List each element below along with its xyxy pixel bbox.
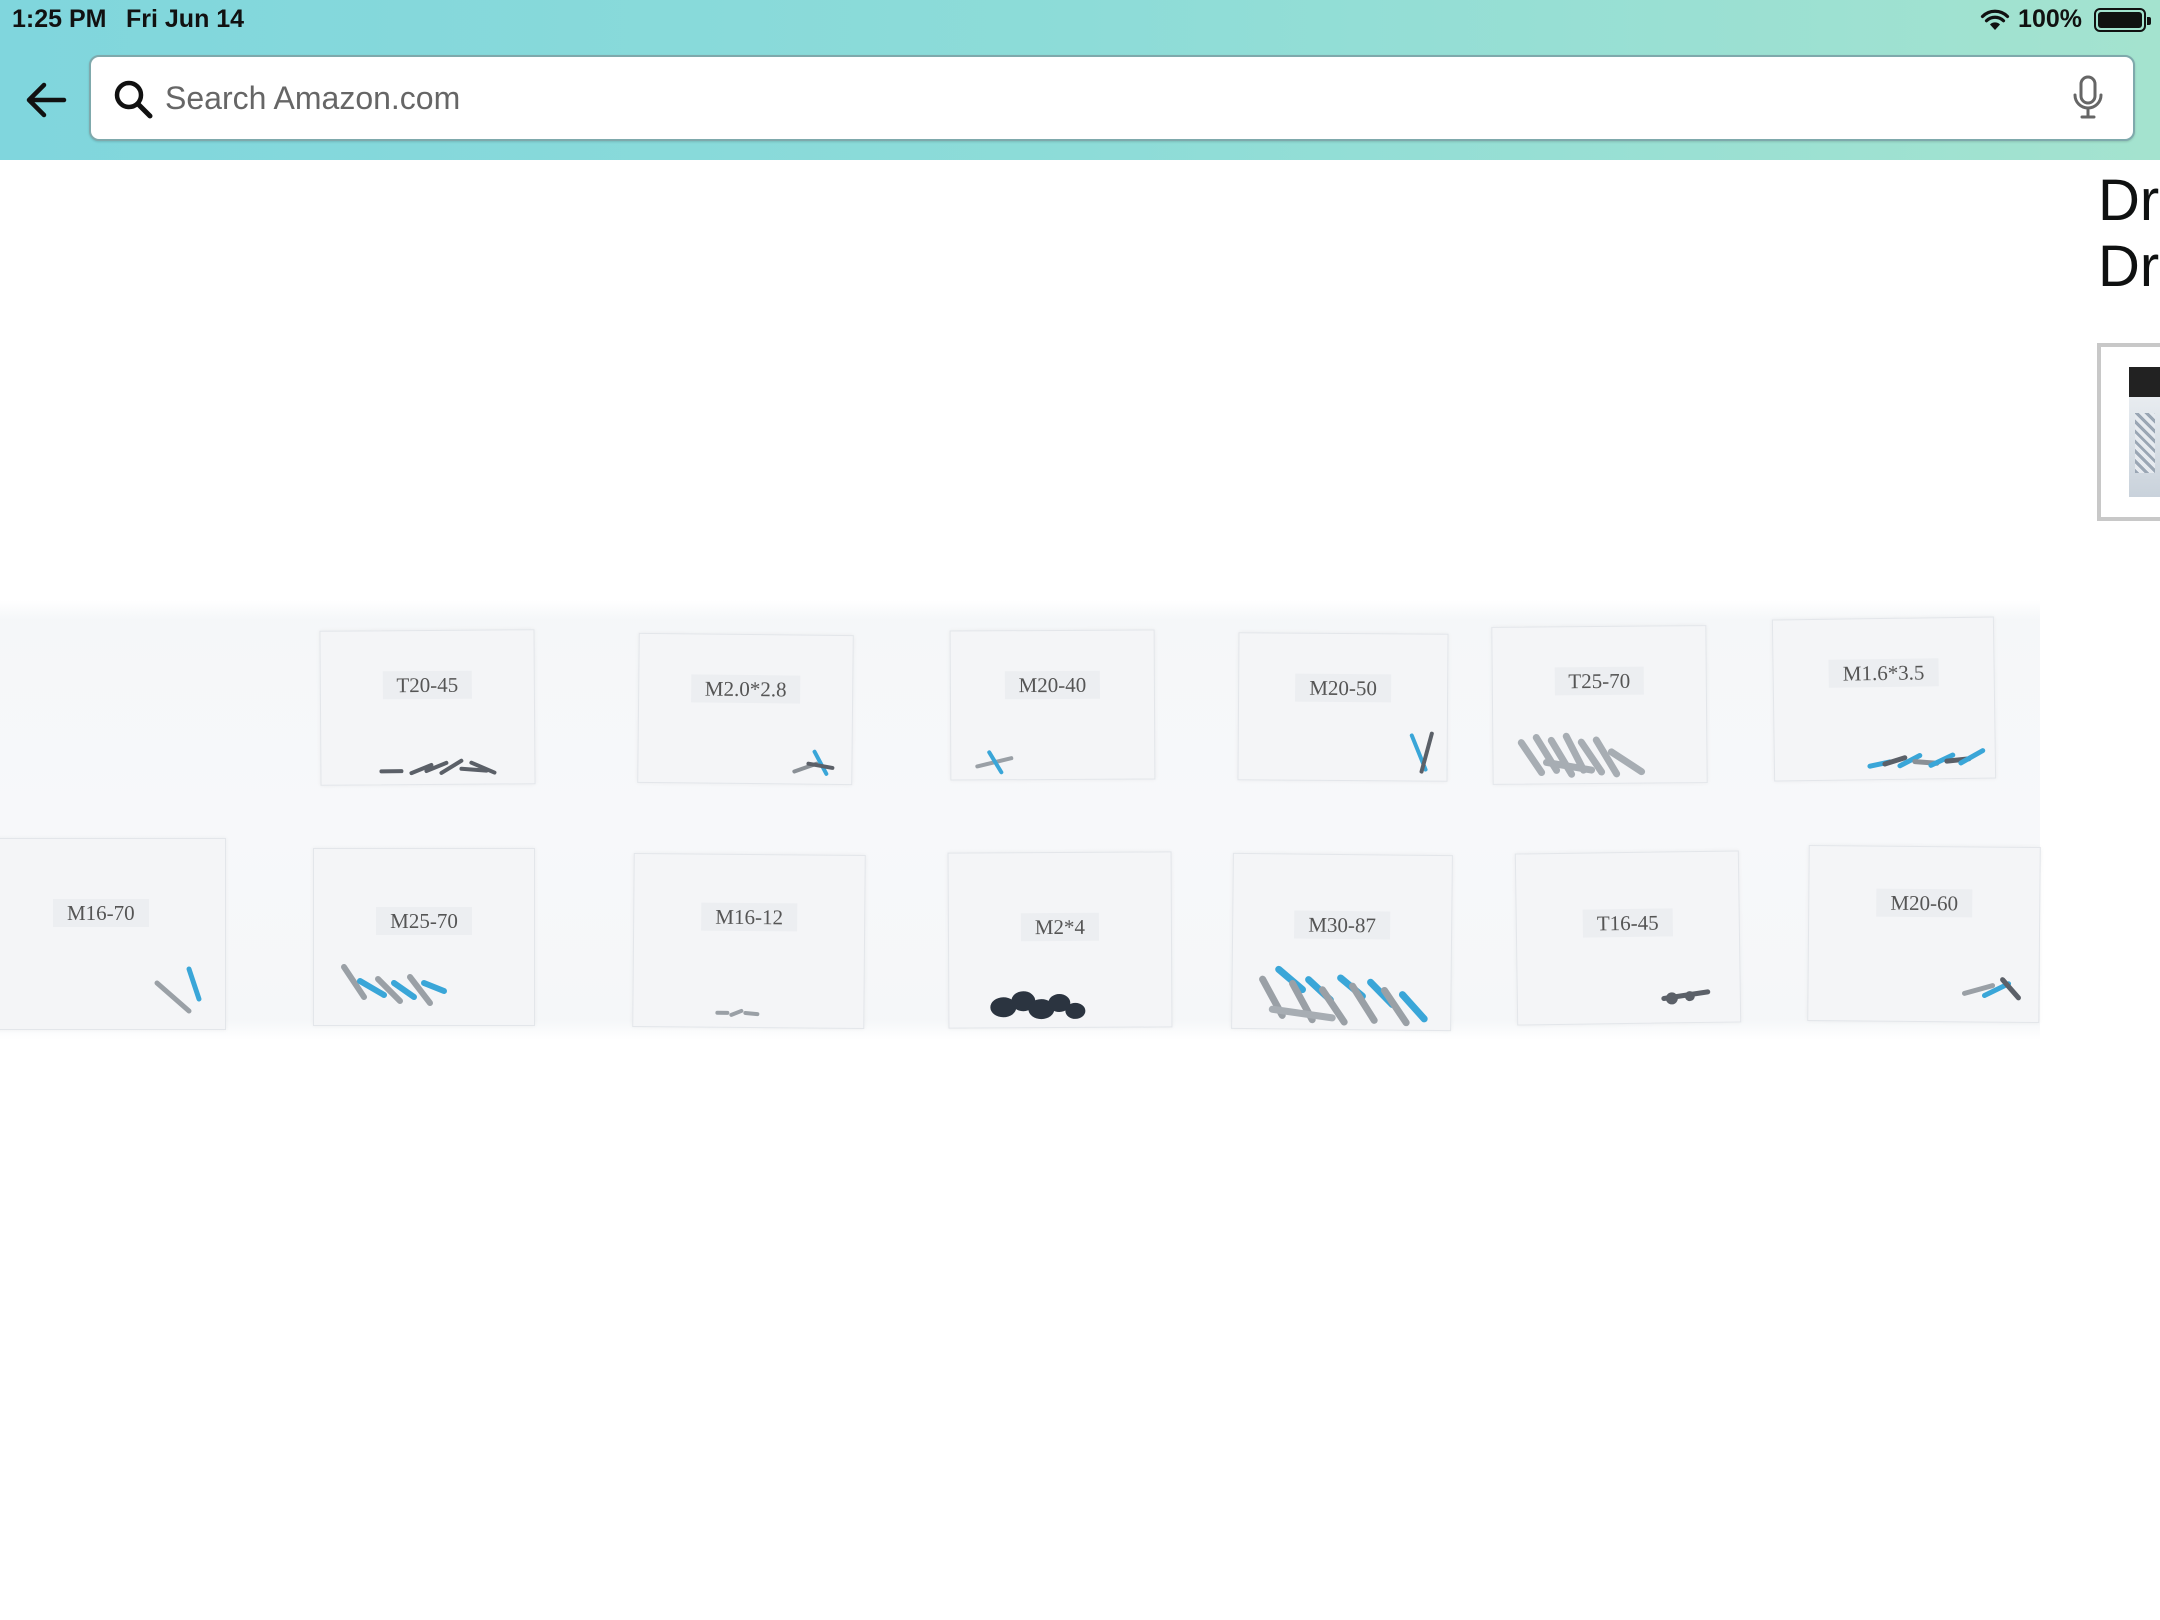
screws-graphic [975, 750, 1014, 775]
screws-graphic [341, 964, 447, 1006]
back-button[interactable] [18, 72, 74, 128]
screws-graphic [379, 758, 497, 776]
bag-label: T20-45 [321, 670, 534, 700]
bag-label: M16-12 [634, 902, 864, 932]
screw-bag: M2.0*2.8 [637, 632, 854, 786]
status-bar: 1:25 PM Fri Jun 14 100% [0, 0, 2160, 40]
screw-bag: M20-60 [1807, 844, 2041, 1024]
product-title-line: Dr [2098, 168, 2160, 233]
screw-bag: M16-70 [0, 838, 226, 1030]
screw-bag: T25-70 [1491, 625, 1708, 785]
battery-percent: 100% [2018, 5, 2082, 33]
screws-graphic [1961, 977, 2021, 1001]
bag-label-text: M30-87 [1294, 910, 1391, 940]
wifi-icon [1980, 8, 2010, 32]
bag-label-text: M20-60 [1876, 888, 1973, 918]
bag-label-text: M20-50 [1295, 673, 1392, 703]
screw-bag: M30-87 [1231, 852, 1453, 1032]
bag-label-text: M20-40 [1004, 670, 1101, 700]
product-thumbnail[interactable] [2097, 343, 2160, 521]
bag-label-text: T20-45 [382, 670, 473, 700]
app-header: 1:25 PM Fri Jun 14 100% [0, 0, 2160, 160]
screw-bag: M2*4 [947, 851, 1173, 1029]
screws-graphic [1409, 731, 1434, 774]
bag-label: M2*4 [949, 912, 1171, 942]
bag-label: T16-45 [1517, 908, 1739, 938]
status-date: Fri Jun 14 [126, 5, 245, 33]
bag-label-text: M1.6*3.5 [1828, 658, 1939, 688]
product-title-line: Dr [2098, 234, 2160, 298]
status-right: 100% [1980, 5, 2151, 34]
screws-graphic [1661, 989, 1711, 1005]
search-input[interactable] [165, 67, 2045, 129]
bag-label-text: T16-45 [1582, 908, 1673, 938]
screw-bag: M20-50 [1237, 632, 1449, 782]
screw-bag: M25-70 [313, 848, 535, 1026]
bag-label-text: M16-12 [701, 902, 798, 932]
bag-label: M20-40 [951, 670, 1154, 700]
product-title: Dr Dr [2098, 168, 2160, 298]
screw-bag: T20-45 [319, 629, 536, 786]
bag-label: M30-87 [1233, 910, 1451, 940]
bag-label-text: M16-70 [53, 899, 149, 927]
bag-label: M1.6*3.5 [1773, 658, 1993, 688]
bag-label: M25-70 [314, 907, 534, 935]
screws-graphic [1517, 732, 1646, 778]
status-time: 1:25 PM [12, 5, 107, 33]
screw-bag: M16-12 [632, 852, 866, 1030]
microphone-icon[interactable] [2071, 75, 2105, 121]
screws-graphic [990, 991, 1086, 1020]
bag-label-text: T25-70 [1554, 666, 1645, 696]
search-box[interactable] [89, 55, 2135, 141]
arrow-left-icon [26, 82, 67, 118]
bag-label: M2.0*2.8 [639, 674, 852, 704]
screw-bag: T16-45 [1514, 850, 1742, 1026]
product-image[interactable]: T20-45 M2.0*2.8 M20-40 M20-50 T25-70 M1.… [0, 600, 2060, 1040]
thumbnail-image [2129, 367, 2160, 497]
battery-icon [2094, 7, 2151, 32]
bag-label: T25-70 [1493, 666, 1706, 696]
bag-label-text: M2.0*2.8 [690, 674, 801, 704]
battery-level-fill [2098, 11, 2142, 28]
screws-graphic [1867, 748, 1986, 769]
bag-label-text: M25-70 [376, 907, 472, 935]
screws-graphic [1259, 965, 1428, 1027]
bag-label: M16-70 [0, 899, 225, 927]
magnifier-icon [114, 80, 153, 119]
bag-label-text: M2*4 [1020, 912, 1100, 942]
screws-graphic [715, 1008, 760, 1017]
screw-bag: M1.6*3.5 [1771, 616, 1997, 782]
screws-graphic [792, 749, 835, 776]
bag-label: M20-60 [1809, 888, 2039, 918]
screw-bag: M20-40 [949, 629, 1156, 781]
screws-graphic [154, 966, 202, 1014]
bag-label: M20-50 [1239, 673, 1447, 703]
